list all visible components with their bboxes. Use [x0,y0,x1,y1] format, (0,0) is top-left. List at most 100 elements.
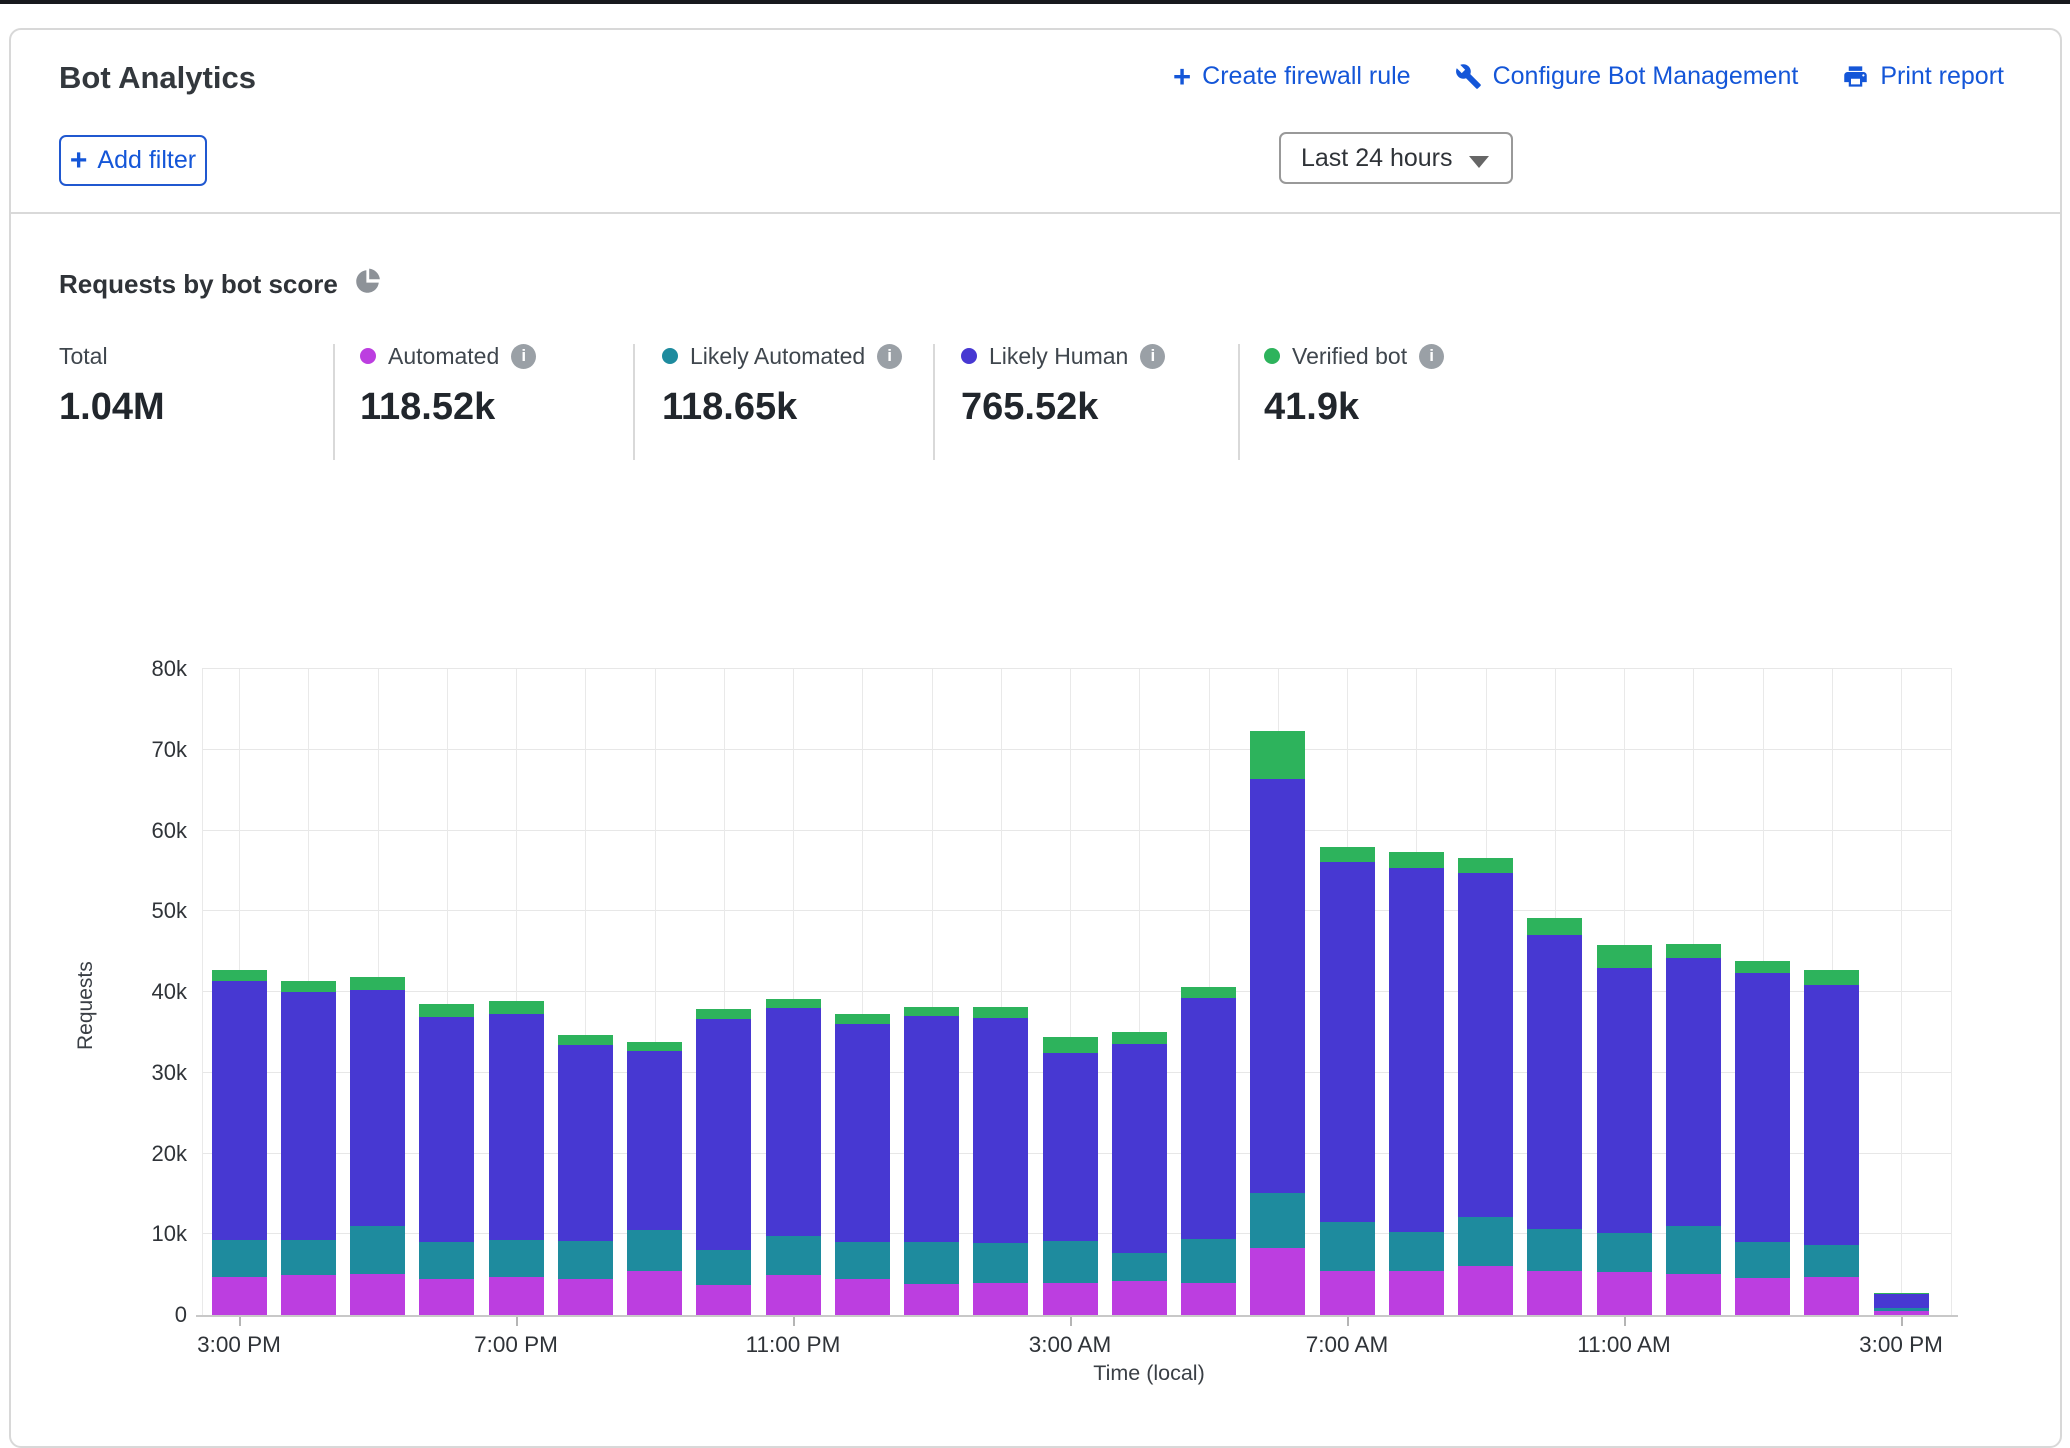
bar-3:00-pm-0[interactable] [212,669,267,1315]
segment-likely-human[interactable] [489,1014,544,1240]
segment-verified-bot[interactable] [696,1009,751,1019]
segment-likely-automated[interactable] [1043,1241,1098,1283]
bar-7:00-pm-4[interactable] [489,669,544,1315]
segment-automated[interactable] [766,1275,821,1315]
segment-likely-automated[interactable] [489,1240,544,1277]
bar-10:00-am-19[interactable] [1527,669,1582,1315]
segment-likely-automated[interactable] [1735,1242,1790,1278]
segment-likely-human[interactable] [696,1019,751,1251]
bar-6:00-am-15[interactable] [1250,669,1305,1315]
segment-automated[interactable] [419,1279,474,1315]
segment-automated[interactable] [904,1284,959,1315]
segment-verified-bot[interactable] [1250,731,1305,779]
bar-8:00-pm-5[interactable] [558,669,613,1315]
print-report-link[interactable]: Print report [1842,62,2004,91]
bar-12:00-pm-21[interactable] [1666,669,1721,1315]
segment-verified-bot[interactable] [419,1004,474,1017]
segment-likely-automated[interactable] [558,1241,613,1279]
segment-automated[interactable] [1458,1266,1513,1315]
segment-automated[interactable] [1112,1281,1167,1315]
segment-likely-human[interactable] [1389,868,1444,1232]
segment-automated[interactable] [627,1271,682,1315]
segment-likely-human[interactable] [281,992,336,1240]
segment-automated[interactable] [558,1279,613,1315]
segment-verified-bot[interactable] [973,1007,1028,1018]
segment-likely-human[interactable] [766,1008,821,1236]
bar-4:00-am-13[interactable] [1112,669,1167,1315]
segment-likely-automated[interactable] [419,1242,474,1280]
segment-verified-bot[interactable] [766,999,821,1008]
segment-verified-bot[interactable] [627,1042,682,1051]
segment-verified-bot[interactable] [1389,852,1444,868]
segment-likely-human[interactable] [350,990,405,1226]
segment-likely-automated[interactable] [696,1250,751,1284]
segment-likely-automated[interactable] [1320,1222,1375,1270]
segment-verified-bot[interactable] [1735,961,1790,973]
segment-likely-automated[interactable] [1389,1232,1444,1272]
bar-4:00-pm-1[interactable] [281,669,336,1315]
segment-likely-automated[interactable] [627,1230,682,1271]
bar-9:00-am-18[interactable] [1458,669,1513,1315]
segment-likely-human[interactable] [1527,935,1582,1230]
segment-verified-bot[interactable] [1527,918,1582,935]
segment-likely-automated[interactable] [350,1226,405,1274]
segment-likely-automated[interactable] [1250,1193,1305,1248]
segment-automated[interactable] [696,1285,751,1315]
plot-area[interactable] [202,669,1952,1315]
segment-likely-human[interactable] [1043,1053,1098,1240]
segment-likely-automated[interactable] [281,1240,336,1276]
segment-verified-bot[interactable] [1874,1293,1929,1294]
segment-likely-automated[interactable] [1666,1226,1721,1274]
segment-verified-bot[interactable] [1112,1032,1167,1043]
bar-1:00-pm-22[interactable] [1735,669,1790,1315]
segment-automated[interactable] [1735,1278,1790,1315]
segment-likely-human[interactable] [973,1018,1028,1243]
segment-verified-bot[interactable] [1597,945,1652,968]
bar-5:00-pm-2[interactable] [350,669,405,1315]
segment-likely-human[interactable] [627,1051,682,1230]
segment-verified-bot[interactable] [1666,944,1721,959]
segment-likely-human[interactable] [558,1045,613,1240]
bar-12:00-am-9[interactable] [835,669,890,1315]
segment-likely-human[interactable] [212,981,267,1241]
segment-automated[interactable] [1043,1283,1098,1315]
segment-automated[interactable] [489,1277,544,1315]
configure-bot-management-link[interactable]: Configure Bot Management [1455,62,1799,91]
bar-5:00-am-14[interactable] [1181,669,1236,1315]
segment-automated[interactable] [350,1274,405,1315]
bar-2:00-am-11[interactable] [973,669,1028,1315]
segment-likely-human[interactable] [1112,1044,1167,1253]
info-icon[interactable]: i [511,344,536,369]
bar-3:00-pm-24[interactable] [1874,669,1929,1315]
segment-likely-human[interactable] [904,1016,959,1241]
bar-10:00-pm-7[interactable] [696,669,751,1315]
segment-verified-bot[interactable] [1804,970,1859,985]
segment-automated[interactable] [1389,1271,1444,1315]
segment-verified-bot[interactable] [281,981,336,992]
segment-automated[interactable] [1250,1248,1305,1315]
bar-2:00-pm-23[interactable] [1804,669,1859,1315]
bar-7:00-am-16[interactable] [1320,669,1375,1315]
segment-automated[interactable] [1597,1272,1652,1315]
segment-automated[interactable] [835,1279,890,1315]
info-icon[interactable]: i [877,344,902,369]
time-range-select[interactable]: Last 24 hours [1279,132,1513,184]
segment-automated[interactable] [1320,1271,1375,1315]
segment-likely-automated[interactable] [766,1236,821,1275]
segment-likely-automated[interactable] [1527,1229,1582,1270]
segment-verified-bot[interactable] [1458,858,1513,873]
segment-automated[interactable] [1527,1271,1582,1315]
segment-likely-automated[interactable] [835,1242,890,1279]
segment-automated[interactable] [1181,1283,1236,1315]
bar-6:00-pm-3[interactable] [419,669,474,1315]
segment-automated[interactable] [1804,1277,1859,1315]
bar-11:00-am-20[interactable] [1597,669,1652,1315]
segment-verified-bot[interactable] [558,1035,613,1045]
segment-likely-human[interactable] [1320,862,1375,1222]
segment-likely-automated[interactable] [1804,1245,1859,1277]
create-firewall-rule-link[interactable]: + Create firewall rule [1173,62,1411,91]
info-icon[interactable]: i [1140,344,1165,369]
segment-verified-bot[interactable] [1181,987,1236,997]
segment-likely-human[interactable] [1804,985,1859,1245]
segment-likely-automated[interactable] [212,1240,267,1276]
